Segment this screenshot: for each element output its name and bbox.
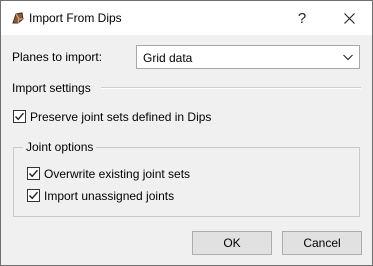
close-icon [343,12,355,24]
checkmark-icon [28,191,39,200]
preserve-joint-sets-checkbox[interactable] [13,110,26,123]
overwrite-joint-sets-checkbox[interactable] [27,167,40,180]
joint-options-group [13,147,360,217]
ok-button[interactable]: OK [192,231,272,255]
planes-to-import-label: Planes to import: [12,50,103,64]
help-button[interactable]: ? [284,1,320,35]
cancel-button[interactable]: Cancel [282,231,362,255]
planes-to-import-dropdown[interactable]: Grid data [136,45,360,69]
import-dialog: Import From Dips ? Planes to import: Gri… [0,0,373,266]
ok-button-label: OK [223,236,241,250]
dips-app-icon [11,11,25,25]
title-bar: Import From Dips ? [1,1,372,35]
chevron-down-icon [343,54,353,61]
import-settings-heading: Import settings [12,81,91,95]
import-unassigned-joints-checkbox[interactable] [27,189,40,202]
joint-options-group-title: Joint options [23,140,97,154]
checkmark-icon [14,112,25,121]
overwrite-joint-sets-label[interactable]: Overwrite existing joint sets [44,167,190,181]
checkmark-icon [28,169,39,178]
close-button[interactable] [329,1,369,35]
planes-selected-value: Grid data [143,51,193,65]
cancel-button-label: Cancel [303,236,341,250]
import-unassigned-joints-label[interactable]: Import unassigned joints [44,189,174,203]
preserve-joint-sets-label[interactable]: Preserve joint sets defined in Dips [30,110,211,124]
help-icon: ? [297,9,307,27]
section-divider [101,87,361,89]
window-title: Import From Dips [29,11,122,25]
